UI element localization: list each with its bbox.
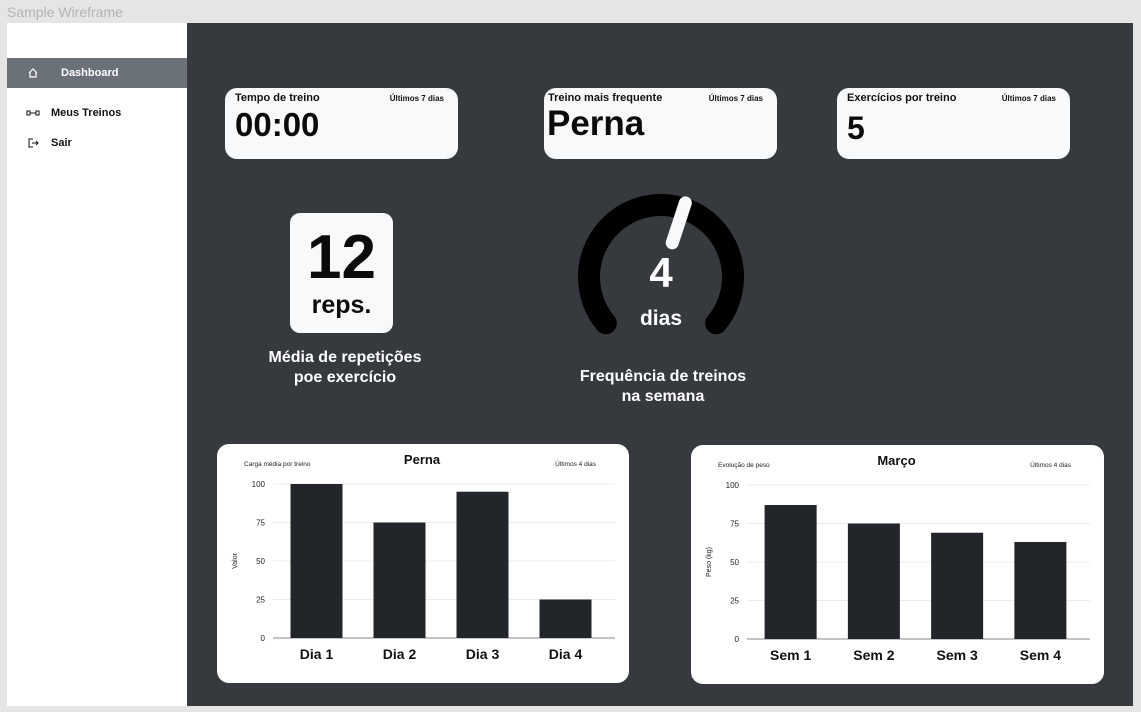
card-tempo-treino: Tempo de treino Últimos 7 dias 00:00 [225,88,458,159]
chart-x-tick-label: Dia 4 [549,646,583,662]
chart-period: Últimos 4 dias [1030,460,1072,469]
reps-caption-line1: Média de repetições [268,349,422,366]
chart-x-tick-label: Sem 4 [1020,647,1061,663]
chart-period: Últimos 4 dias [555,459,597,468]
chart-y-axis-label: Valor [232,552,239,568]
card-value: 00:00 [235,106,320,143]
gauge-caption-line2: na semana [621,388,705,405]
chart-bar [764,505,817,639]
sidebar-item-dashboard[interactable]: Dashboard [7,58,187,88]
chart-x-tick-label: Sem 2 [853,647,894,663]
chart-card-marco: Evolução de peso Março Últimos 4 dias 0 25 50… [691,445,1104,684]
reps-caption-line2: poe exercício [293,369,397,386]
chart-marco: Evolução de peso Março Últimos 4 dias 0 25 50… [706,453,1090,663]
chart-x-tick-label: Dia 1 [300,646,334,662]
chart-subtitle: Evolução de peso [718,462,770,469]
chart-bar [931,532,984,639]
dumbbell-icon [25,105,41,121]
chart-y-tick-label: 100 [726,481,740,490]
chart-title: Março [877,453,915,468]
chart-bar [539,599,592,638]
card-period: Últimos 7 dias [1001,94,1056,103]
chart-x-tick-label: Dia 2 [383,646,417,662]
chart-bar [847,523,900,639]
chart-y-tick-label: 50 [730,558,739,567]
chart-x-tick-label: Sem 3 [937,647,978,663]
sidebar-item-label: Dashboard [61,67,119,79]
sidebar-item-meus-treinos[interactable]: Meus Treinos [7,98,187,128]
card-title: Exercícios por treino [847,92,957,104]
card-period: Últimos 7 dias [708,94,763,103]
sidebar-item-sair[interactable]: Sair [7,128,187,158]
chart-x-tick-label: Dia 3 [466,646,500,662]
card-value: 5 [847,110,865,146]
card-exercicios-treino: Exercícios por treino Últimos 7 dias 5 [837,88,1070,159]
card-treino-frequente: Treino mais frequente Últimos 7 dias Per… [544,88,777,159]
chart-y-axis-label: Peso (kg) [706,547,713,577]
chart-card-perna: Carga média por treino Perna Últimos 4 dia… [217,444,629,683]
chart-y-tick-label: 75 [256,519,265,528]
chart-title: Perna [404,452,441,467]
chart-bar [290,484,343,638]
chart-bar [1014,541,1067,639]
card-title: Treino mais frequente [548,92,663,104]
chart-y-tick-label: 25 [730,597,739,606]
home-icon [25,65,41,81]
reps-caption: Média de repetições poe exercício [245,348,445,388]
reps-value: 12 [307,223,376,292]
sidebar: Dashboard Meus Treinos Sair [7,23,187,706]
frame-label: Sample Wireframe [7,4,123,20]
reps-unit: reps. [311,291,372,319]
card-title: Tempo de treino [235,92,320,104]
chart-bar [373,522,426,638]
gauge-caption: Frequência de treinos na semana [563,367,763,407]
chart-y-tick-label: 50 [256,557,265,566]
chart-bar [456,491,509,638]
chart-x-tick-label: Sem 1 [770,647,811,663]
sidebar-item-label: Meus Treinos [51,107,122,119]
chart-y-tick-label: 100 [252,480,266,489]
sidebar-item-label: Sair [51,137,72,149]
card-period: Últimos 7 dias [389,94,444,103]
gauge-caption-line1: Frequência de treinos [579,368,747,385]
logout-icon [25,135,41,151]
chart-y-tick-label: 25 [256,596,265,605]
chart-perna: Carga média por treino Perna Últimos 4 dia… [232,452,615,662]
reps-box: 12 reps. [290,213,393,333]
card-value: Perna [547,104,645,143]
chart-y-tick-label: 75 [730,520,739,529]
gauge-unit: dias [639,307,683,330]
chart-y-tick-label: 0 [261,634,266,643]
chart-subtitle: Carga média por treino [244,461,311,468]
gauge-value: 4 [649,249,673,296]
dashboard-main: Tempo de treino Últimos 7 dias 00:00 Tre… [187,23,1133,706]
chart-y-tick-label: 0 [735,635,740,644]
